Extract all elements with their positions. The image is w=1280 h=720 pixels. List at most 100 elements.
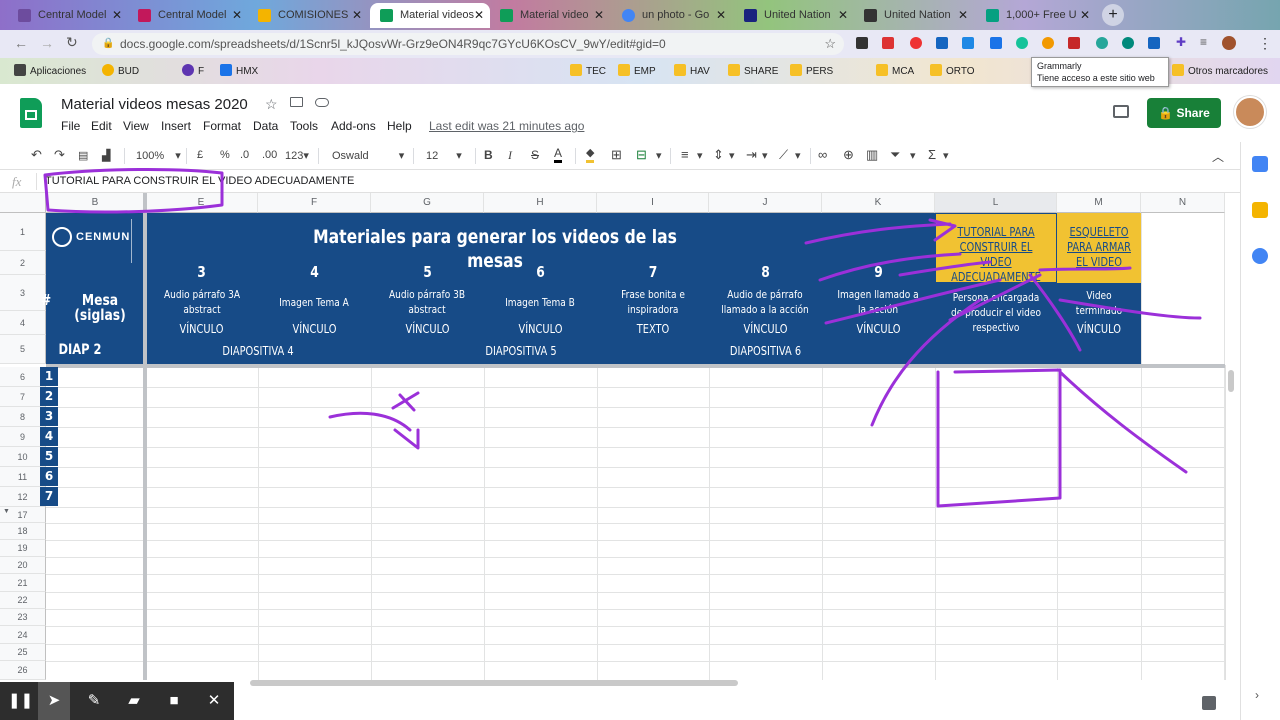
print-icon[interactable]: ▤ — [78, 149, 88, 162]
browser-menu-icon[interactable]: ⋮ — [1258, 35, 1272, 52]
increase-decimal-button[interactable]: .00 — [262, 149, 277, 161]
extension-icon[interactable] — [856, 37, 868, 49]
font-size-select[interactable]: 12 ▾ — [426, 149, 462, 162]
browser-tab[interactable]: un photo - Go ✕ — [612, 3, 732, 28]
calendar-icon[interactable] — [1252, 156, 1268, 172]
menu-view[interactable]: View — [123, 119, 149, 133]
explore-icon[interactable] — [1202, 696, 1216, 710]
insert-comment-icon[interactable]: ⊕ — [843, 147, 854, 163]
redo-icon[interactable]: ↷ — [54, 147, 65, 163]
bookmark-folder[interactable]: ORTO — [930, 64, 975, 77]
comments-icon[interactable] — [1113, 105, 1129, 118]
formula-input[interactable]: TUTORIAL PARA CONSTRUIR EL VIDEO ADECUAD… — [45, 175, 354, 187]
move-folder-icon[interactable] — [290, 97, 303, 107]
browser-tab[interactable]: COMISIONES ✕ — [248, 3, 368, 28]
row-header[interactable]: 20 — [0, 557, 46, 574]
fill-color-icon[interactable]: ◆ — [586, 146, 595, 163]
pause-icon[interactable]: ❚❚ — [8, 691, 33, 711]
currency-format-button[interactable]: £ — [197, 149, 203, 161]
row-header[interactable]: 26 — [0, 661, 46, 680]
merge-cells-icon[interactable]: ⊟ — [636, 147, 647, 163]
row-header[interactable]: 5 — [0, 335, 46, 364]
frozen-row-divider[interactable] — [46, 364, 1225, 368]
puzzle-extensions-icon[interactable]: ✚ — [1176, 35, 1186, 49]
select-all-corner[interactable] — [0, 193, 46, 213]
close-icon[interactable]: ✕ — [204, 691, 224, 711]
close-tab-icon[interactable]: ✕ — [1080, 3, 1090, 28]
scrollbar-thumb[interactable] — [250, 680, 738, 686]
row-header[interactable]: 21 — [0, 574, 46, 592]
bookmark-apps[interactable]: Aplicaciones — [14, 64, 86, 77]
chevron-down-icon[interactable]: ▾ — [656, 149, 662, 162]
chevron-down-icon[interactable]: ▾ — [910, 149, 916, 162]
close-tab-icon[interactable]: ✕ — [716, 3, 726, 28]
menu-insert[interactable]: Insert — [161, 119, 191, 133]
browser-tab[interactable]: 1,000+ Free U ✕ — [976, 3, 1096, 28]
collapse-toolbar-icon[interactable]: ︿ — [1212, 148, 1224, 165]
sheets-logo-icon[interactable] — [20, 98, 42, 128]
more-formats-select[interactable]: 123▾ — [285, 149, 309, 162]
bookmark-item[interactable]: F — [182, 64, 204, 77]
extension-icon[interactable] — [990, 37, 1002, 49]
row-header[interactable]: 25 — [0, 644, 46, 661]
url-input[interactable]: 🔒 docs.google.com/spreadsheets/d/1Scnr5l… — [92, 33, 844, 55]
bookmark-folder[interactable]: TEC — [570, 64, 606, 77]
grammarly-icon[interactable] — [1016, 37, 1028, 49]
bookmark-item[interactable]: HMX — [220, 64, 258, 77]
bookmark-folder[interactable]: HAV — [674, 64, 710, 77]
insert-chart-icon[interactable]: ▥ — [866, 147, 878, 163]
browser-tab[interactable]: United Nation ✕ — [854, 3, 974, 28]
keep-icon[interactable] — [1252, 202, 1268, 218]
extension-icon[interactable] — [910, 37, 922, 49]
chevron-down-icon[interactable]: ▾ — [697, 149, 703, 162]
extension-icon[interactable] — [936, 37, 948, 49]
row-header[interactable]: 19 — [0, 540, 46, 557]
bookmark-item[interactable]: BUD — [102, 64, 139, 77]
star-bookmark-icon[interactable]: ☆ — [824, 33, 836, 55]
browser-tab[interactable]: Material video ✕ — [490, 3, 610, 28]
bookmark-folder[interactable]: SHARE — [728, 64, 778, 77]
menu-data[interactable]: Data — [253, 119, 278, 133]
extension-icon[interactable] — [1068, 37, 1080, 49]
row-header[interactable]: 18 — [0, 523, 46, 540]
extension-icon[interactable] — [1042, 37, 1054, 49]
menu-tools[interactable]: Tools — [290, 119, 318, 133]
menu-help[interactable]: Help — [387, 119, 412, 133]
column-header-i[interactable]: I — [597, 193, 709, 213]
column-header-f[interactable]: F — [258, 193, 371, 213]
strikethrough-icon[interactable]: S — [531, 148, 539, 162]
column-header-b[interactable]: B — [46, 193, 145, 213]
scrollbar-thumb[interactable] — [1228, 370, 1234, 392]
column-header-l[interactable]: L — [935, 193, 1057, 213]
column-header-j[interactable]: J — [709, 193, 822, 213]
bookmark-folder[interactable]: MCA — [876, 64, 914, 77]
playlist-icon[interactable]: ≡ — [1200, 35, 1207, 49]
highlighter-icon[interactable]: ▰ — [124, 691, 144, 711]
new-tab-button[interactable]: + — [1102, 4, 1124, 26]
browser-tab[interactable]: Central Model ✕ — [128, 3, 248, 28]
vertical-scrollbar[interactable] — [1225, 365, 1235, 680]
esqueleto-link[interactable]: ESQUELETO PARA ARMAR EL VIDEO — [1066, 225, 1132, 270]
cursor-icon[interactable]: ➤ — [44, 691, 64, 711]
pen-icon[interactable]: ✎ — [84, 691, 104, 711]
close-tab-icon[interactable]: ✕ — [838, 3, 848, 28]
bold-icon[interactable]: B — [484, 148, 493, 162]
collapsed-rows-icon[interactable]: ▼ — [3, 508, 10, 515]
vertical-align-icon[interactable]: ⇕ — [713, 147, 724, 163]
expand-panel-icon[interactable]: › — [1255, 688, 1259, 702]
bookmark-other[interactable]: Otros marcadores — [1172, 64, 1268, 77]
row-header[interactable]: 23 — [0, 609, 46, 626]
column-header-m[interactable]: M — [1057, 193, 1141, 213]
undo-icon[interactable]: ↶ — [31, 147, 42, 163]
menu-file[interactable]: File — [61, 119, 80, 133]
chevron-down-icon[interactable]: ▾ — [795, 149, 801, 162]
horizontal-align-icon[interactable]: ≡ — [681, 147, 689, 162]
row-header[interactable]: 1 — [0, 213, 46, 251]
extension-icon[interactable] — [1148, 37, 1160, 49]
close-tab-icon[interactable]: ✕ — [112, 3, 122, 28]
tasks-icon[interactable] — [1252, 248, 1268, 264]
bookmark-folder[interactable]: EMP — [618, 64, 656, 77]
chevron-down-icon[interactable]: ▾ — [943, 149, 949, 162]
share-button[interactable]: 🔒 Share — [1147, 98, 1221, 128]
menu-edit[interactable]: Edit — [91, 119, 112, 133]
